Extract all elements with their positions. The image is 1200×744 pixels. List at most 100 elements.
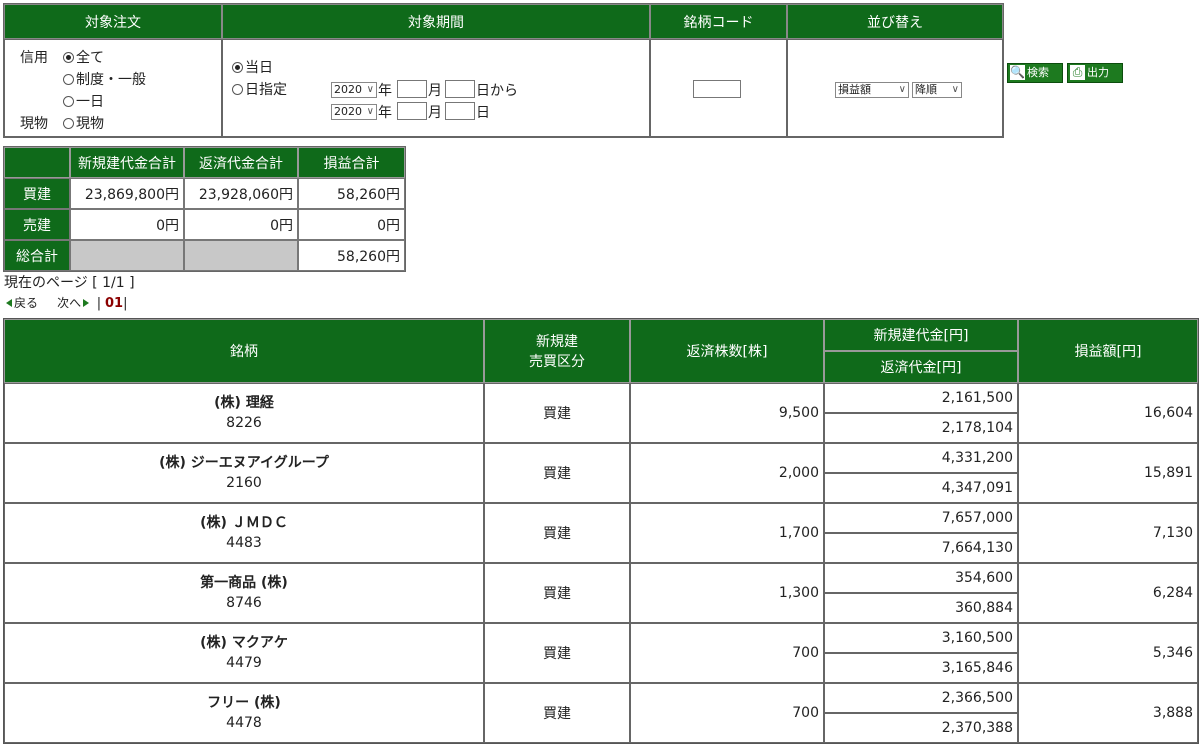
- next-link[interactable]: 次へ: [57, 296, 90, 310]
- summary-row-sell: 売建 0円 0円 0円: [4, 209, 405, 240]
- summary-header-new: 新規建代金合計: [70, 147, 184, 178]
- radio-system-general[interactable]: 制度・一般: [63, 69, 146, 89]
- from-day-input[interactable]: [445, 80, 475, 98]
- radio-one-day[interactable]: 一日: [63, 91, 104, 111]
- to-month-input[interactable]: [397, 102, 427, 120]
- shares: 700: [630, 623, 824, 683]
- page-number[interactable]: 01: [105, 296, 123, 311]
- table-row: フリー (株) 4478 買建 700 2,366,500 3,888: [4, 683, 1198, 743]
- summary-table: 新規建代金合計 返済代金合計 損益合計 買建 23,869,800円 23,92…: [3, 146, 406, 272]
- col-pl: 損益額[円]: [1018, 319, 1198, 383]
- trade-type: 買建: [484, 443, 630, 503]
- stock-code: 8226: [226, 415, 262, 431]
- profit-loss: 5,346: [1018, 623, 1198, 683]
- profit-loss: 16,604: [1018, 383, 1198, 443]
- stock-name[interactable]: (株) ＪＭＤＣ: [5, 513, 483, 533]
- period-filter-cell: 当日 日指定 2020 年 月 日から 2020 年 月 日: [222, 39, 650, 137]
- stock-code: 4483: [226, 535, 262, 551]
- header-sort: 並び替え: [787, 4, 1003, 39]
- stock-name[interactable]: 第一商品 (株): [5, 573, 483, 593]
- from-month-input[interactable]: [397, 80, 427, 98]
- code-filter-cell: [650, 39, 787, 137]
- pager: 戻る 次へ | 01|: [6, 294, 127, 311]
- close-amount: 7,664,130: [824, 533, 1018, 563]
- to-day-unit: 日: [476, 105, 490, 121]
- spot-label: 現物: [20, 116, 48, 132]
- summary-close-total: [184, 240, 298, 271]
- profit-loss: 15,891: [1018, 443, 1198, 503]
- col-new-amount: 新規建代金[円]: [824, 319, 1018, 351]
- new-amount: 4,331,200: [824, 443, 1018, 473]
- radio-spot[interactable]: 現物: [63, 113, 104, 133]
- radio-date-specify[interactable]: 日指定: [232, 79, 287, 99]
- prev-link[interactable]: 戻る: [6, 296, 38, 310]
- profit-loss: 6,284: [1018, 563, 1198, 623]
- new-amount: 2,161,500: [824, 383, 1018, 413]
- trade-type: 買建: [484, 683, 630, 743]
- shares: 1,700: [630, 503, 824, 563]
- results-table: 銘柄 新規建 売買区分 返済株数[株] 新規建代金[円] 損益額[円] 返済代金[…: [3, 318, 1199, 744]
- to-day-input[interactable]: [445, 102, 475, 120]
- summary-new-total: 0円: [70, 209, 184, 240]
- shares: 2,000: [630, 443, 824, 503]
- stock-code: 2160: [226, 475, 262, 491]
- triangle-right-icon: [83, 299, 90, 307]
- summary-new-total: [70, 240, 184, 271]
- profit-loss: 3,888: [1018, 683, 1198, 743]
- magnifier-icon: 🔍: [1010, 65, 1025, 80]
- stock-cell: フリー (株) 4478: [4, 683, 484, 743]
- radio-on-icon: [63, 52, 74, 63]
- stock-cell: (株) ＪＭＤＣ 4483: [4, 503, 484, 563]
- search-button[interactable]: 🔍 検索: [1007, 63, 1063, 83]
- stock-name[interactable]: (株) 理経: [5, 393, 483, 413]
- month-unit: 月: [428, 105, 442, 121]
- shares: 700: [630, 683, 824, 743]
- close-amount: 2,370,388: [824, 713, 1018, 743]
- stock-cell: (株) 理経 8226: [4, 383, 484, 443]
- stock-code: 4479: [226, 655, 262, 671]
- year-unit: 年: [378, 105, 392, 121]
- summary-close-total: 0円: [184, 209, 298, 240]
- close-amount: 4,347,091: [824, 473, 1018, 503]
- from-year-select[interactable]: 2020: [331, 82, 377, 98]
- to-year-select[interactable]: 2020: [331, 104, 377, 120]
- sort-filter-cell: 損益額 降順: [787, 39, 1003, 137]
- filter-table: 対象注文 対象期間 銘柄コード 並び替え 信用 全て 制度・一般 一日 現物 現…: [3, 3, 1004, 138]
- summary-row-grand: 総合計 58,260円: [4, 240, 405, 271]
- stock-name[interactable]: (株) ジーエヌアイグループ: [5, 453, 483, 473]
- sort-direction-select[interactable]: 降順: [912, 82, 962, 98]
- summary-header-close: 返済代金合計: [184, 147, 298, 178]
- new-amount: 7,657,000: [824, 503, 1018, 533]
- summary-corner: [4, 147, 70, 178]
- new-amount: 354,600: [824, 563, 1018, 593]
- table-row: (株) ＪＭＤＣ 4483 買建 1,700 7,657,000 7,130: [4, 503, 1198, 563]
- year-unit: 年: [378, 83, 392, 99]
- close-amount: 360,884: [824, 593, 1018, 623]
- summary-pl-total: 0円: [298, 209, 405, 240]
- radio-off-icon: [63, 74, 74, 85]
- summary-pl-total: 58,260円: [298, 240, 405, 271]
- stock-code-input[interactable]: [693, 80, 741, 98]
- summary-row-label: 総合計: [4, 240, 70, 271]
- stock-name[interactable]: (株) マクアケ: [5, 633, 483, 653]
- close-amount: 2,178,104: [824, 413, 1018, 443]
- col-shares: 返済株数[株]: [630, 319, 824, 383]
- header-target-period: 対象期間: [222, 4, 650, 39]
- stock-name[interactable]: フリー (株): [5, 693, 483, 713]
- summary-close-total: 23,928,060円: [184, 178, 298, 209]
- table-row: 第一商品 (株) 8746 買建 1,300 354,600 6,284: [4, 563, 1198, 623]
- col-name: 銘柄: [4, 319, 484, 383]
- stock-code: 8746: [226, 595, 262, 611]
- table-row: (株) マクアケ 4479 買建 700 3,160,500 5,346: [4, 623, 1198, 683]
- summary-row-buy: 買建 23,869,800円 23,928,060円 58,260円: [4, 178, 405, 209]
- stock-cell: (株) マクアケ 4479: [4, 623, 484, 683]
- output-button[interactable]: ⎙ 出力: [1067, 63, 1123, 83]
- table-row: (株) ジーエヌアイグループ 2160 買建 2,000 4,331,200 15,891: [4, 443, 1198, 503]
- radio-all[interactable]: 全て: [63, 47, 104, 67]
- summary-row-label: 買建: [4, 178, 70, 209]
- radio-today[interactable]: 当日: [232, 57, 273, 77]
- sort-field-select[interactable]: 損益額: [835, 82, 909, 98]
- header-target-order: 対象注文: [4, 4, 222, 39]
- month-unit: 月: [428, 83, 442, 99]
- triangle-left-icon: [6, 299, 12, 307]
